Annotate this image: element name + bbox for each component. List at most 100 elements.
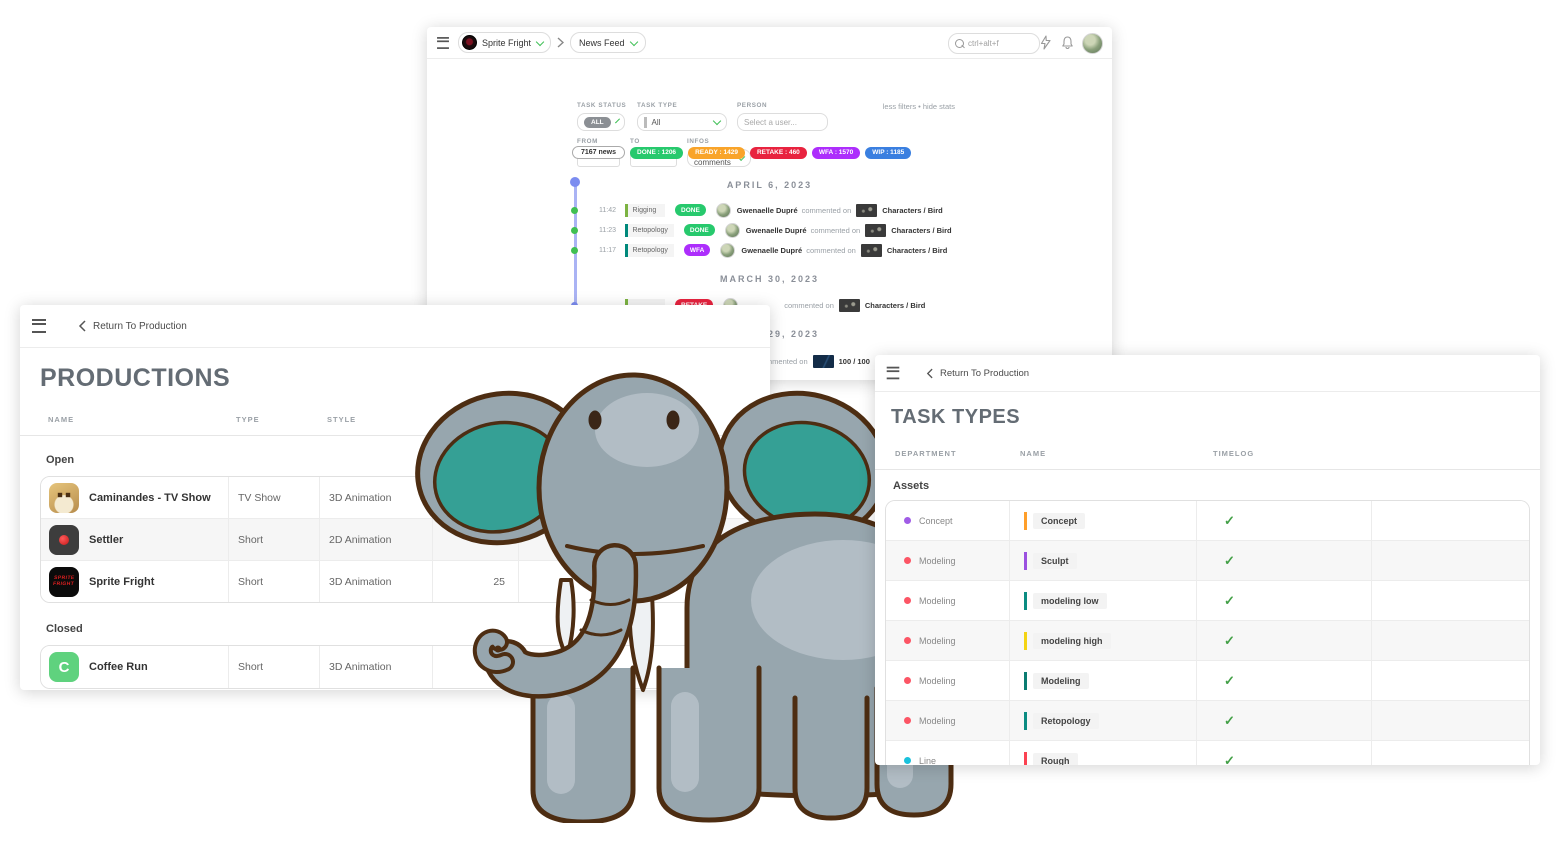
news-entry[interactable]: 11:42 Rigging DONE Gwenaelle Dupré comme… <box>592 200 1112 220</box>
timelog-check-icon: ✓ <box>1196 581 1371 620</box>
breadcrumb-chevron-icon <box>557 37 564 48</box>
empty-cell <box>1371 741 1529 765</box>
task-type-value: All <box>652 118 661 127</box>
status-count-badge: READY : 1429 <box>688 147 745 159</box>
user-avatar[interactable] <box>1082 33 1103 54</box>
task-status-select[interactable]: ALL <box>577 113 625 131</box>
task-type-chip: Retopology <box>625 224 674 237</box>
person-label: PERSON <box>737 102 767 109</box>
entity-name[interactable]: Characters / Bird <box>865 301 925 310</box>
elephant-illustration <box>415 368 955 823</box>
production-icon-coffee-run: C <box>49 652 79 682</box>
table-row[interactable]: Modeling Retopology ✓ <box>886 701 1529 741</box>
production-icon-settler <box>49 525 79 555</box>
news-entry[interactable]: 11:23 Retopology DONE Gwenaelle Dupré co… <box>592 220 1112 240</box>
table-row[interactable]: Line Rough ✓ <box>886 741 1529 765</box>
timelog-check-icon: ✓ <box>1196 621 1371 660</box>
department-name: Modeling <box>919 636 956 646</box>
table-row[interactable]: Concept Concept ✓ <box>886 501 1529 541</box>
page-title: TASK TYPES <box>891 406 1540 429</box>
filters-links[interactable]: less filters • hide stats <box>883 102 955 111</box>
task-type-name: modeling high <box>1033 633 1111 649</box>
news-entry[interactable]: 11:17 Retopology WFA Gwenaelle Dupré com… <box>592 240 1112 260</box>
action-text: commented on <box>784 301 834 310</box>
news-total-badge: 7167 news <box>572 146 625 159</box>
entity-name[interactable]: 100 / 100 <box>839 357 870 366</box>
column-header-type: TYPE <box>236 415 260 424</box>
person-avatar <box>725 223 740 238</box>
department-name: Concept <box>919 516 953 526</box>
entity-thumbnail <box>813 355 834 368</box>
task-label: Rigging <box>633 207 657 214</box>
department-name: Line <box>919 756 936 766</box>
task-type-name: Retopology <box>1033 713 1099 729</box>
back-to-production-link[interactable]: Return To Production <box>78 320 187 332</box>
entry-time: 11:23 <box>592 227 616 234</box>
entity-thumbnail <box>839 299 860 312</box>
entity-name[interactable]: Characters / Bird <box>887 246 947 255</box>
person-input[interactable]: Select a user... <box>737 113 828 131</box>
task-status-label: TASK STATUS <box>577 102 626 109</box>
empty-cell <box>1371 501 1529 540</box>
page-name: News Feed <box>579 38 625 48</box>
table-row[interactable]: Modeling modeling low ✓ <box>886 581 1529 621</box>
infos-label: INFOS <box>687 138 709 145</box>
menu-icon[interactable] <box>32 319 46 333</box>
table-row[interactable]: Modeling modeling high ✓ <box>886 621 1529 661</box>
production-name: Coffee Run <box>89 661 148 673</box>
task-label: Retopology <box>633 227 668 234</box>
status-count-badge: RETAKE : 460 <box>750 147 807 159</box>
task-type-name: Sculpt <box>1033 553 1077 569</box>
task-types-window: Return To Production TASK TYPES DEPARTME… <box>875 355 1540 765</box>
task-color-bar <box>1024 752 1027 766</box>
task-type-select[interactable]: All <box>637 113 727 131</box>
menu-icon[interactable] <box>887 367 900 380</box>
production-type: Short <box>228 561 319 602</box>
production-name: Sprite Fright <box>89 576 154 588</box>
entity-thumbnail <box>865 224 886 237</box>
task-color-bar <box>1024 712 1027 730</box>
bell-icon[interactable] <box>1061 35 1074 50</box>
department-dot <box>904 637 911 644</box>
timeline-dot <box>571 227 578 234</box>
task-color-bar <box>1024 632 1027 650</box>
department-dot <box>904 677 911 684</box>
person-avatar <box>720 243 735 258</box>
date-header: APRIL 6, 2023 <box>427 180 1112 192</box>
lightning-icon[interactable] <box>1039 35 1052 50</box>
menu-icon[interactable] <box>437 37 449 49</box>
desktop: Sprite Fright News Feed ctrl+alt+f TASK … <box>0 0 1557 850</box>
productions-topbar: Return To Production <box>20 305 770 348</box>
chevron-down-icon <box>629 37 637 45</box>
search-input[interactable]: ctrl+alt+f <box>948 33 1040 54</box>
production-type: Short <box>228 646 319 688</box>
timelog-check-icon: ✓ <box>1196 661 1371 700</box>
timelog-check-icon: ✓ <box>1196 501 1371 540</box>
action-text: commented on <box>806 246 856 255</box>
table-row[interactable]: Modeling Sculpt ✓ <box>886 541 1529 581</box>
date-header: MARCH 30, 2023 <box>427 274 1112 286</box>
column-header-timelog: TIMELOG <box>1213 449 1254 458</box>
back-to-production-link[interactable]: Return To Production <box>926 368 1029 379</box>
department-dot <box>904 597 911 604</box>
entity-thumbnail <box>856 204 877 217</box>
department-name: Modeling <box>919 676 956 686</box>
empty-cell <box>1371 581 1529 620</box>
empty-cell <box>1371 621 1529 660</box>
table-row[interactable]: Modeling Modeling ✓ <box>886 661 1529 701</box>
task-types-topbar: Return To Production <box>875 355 1540 392</box>
task-type-name: Rough <box>1033 753 1078 766</box>
task-type-chip: Rigging <box>625 204 665 217</box>
production-name: Caminandes - TV Show <box>89 492 211 504</box>
status-badge: DONE <box>684 224 715 236</box>
timelog-check-icon: ✓ <box>1196 741 1371 765</box>
entity-name[interactable]: Characters / Bird <box>891 226 951 235</box>
production-selector[interactable]: Sprite Fright <box>458 32 551 53</box>
entity-name[interactable]: Characters / Bird <box>882 206 942 215</box>
entry-time: 11:42 <box>592 207 616 214</box>
page-selector[interactable]: News Feed <box>570 32 646 53</box>
department-dot <box>904 557 911 564</box>
task-color-bar <box>625 204 628 217</box>
production-type: TV Show <box>228 477 319 518</box>
production-icon-sprite-fright: SPRITEFRIGHT <box>49 567 79 597</box>
